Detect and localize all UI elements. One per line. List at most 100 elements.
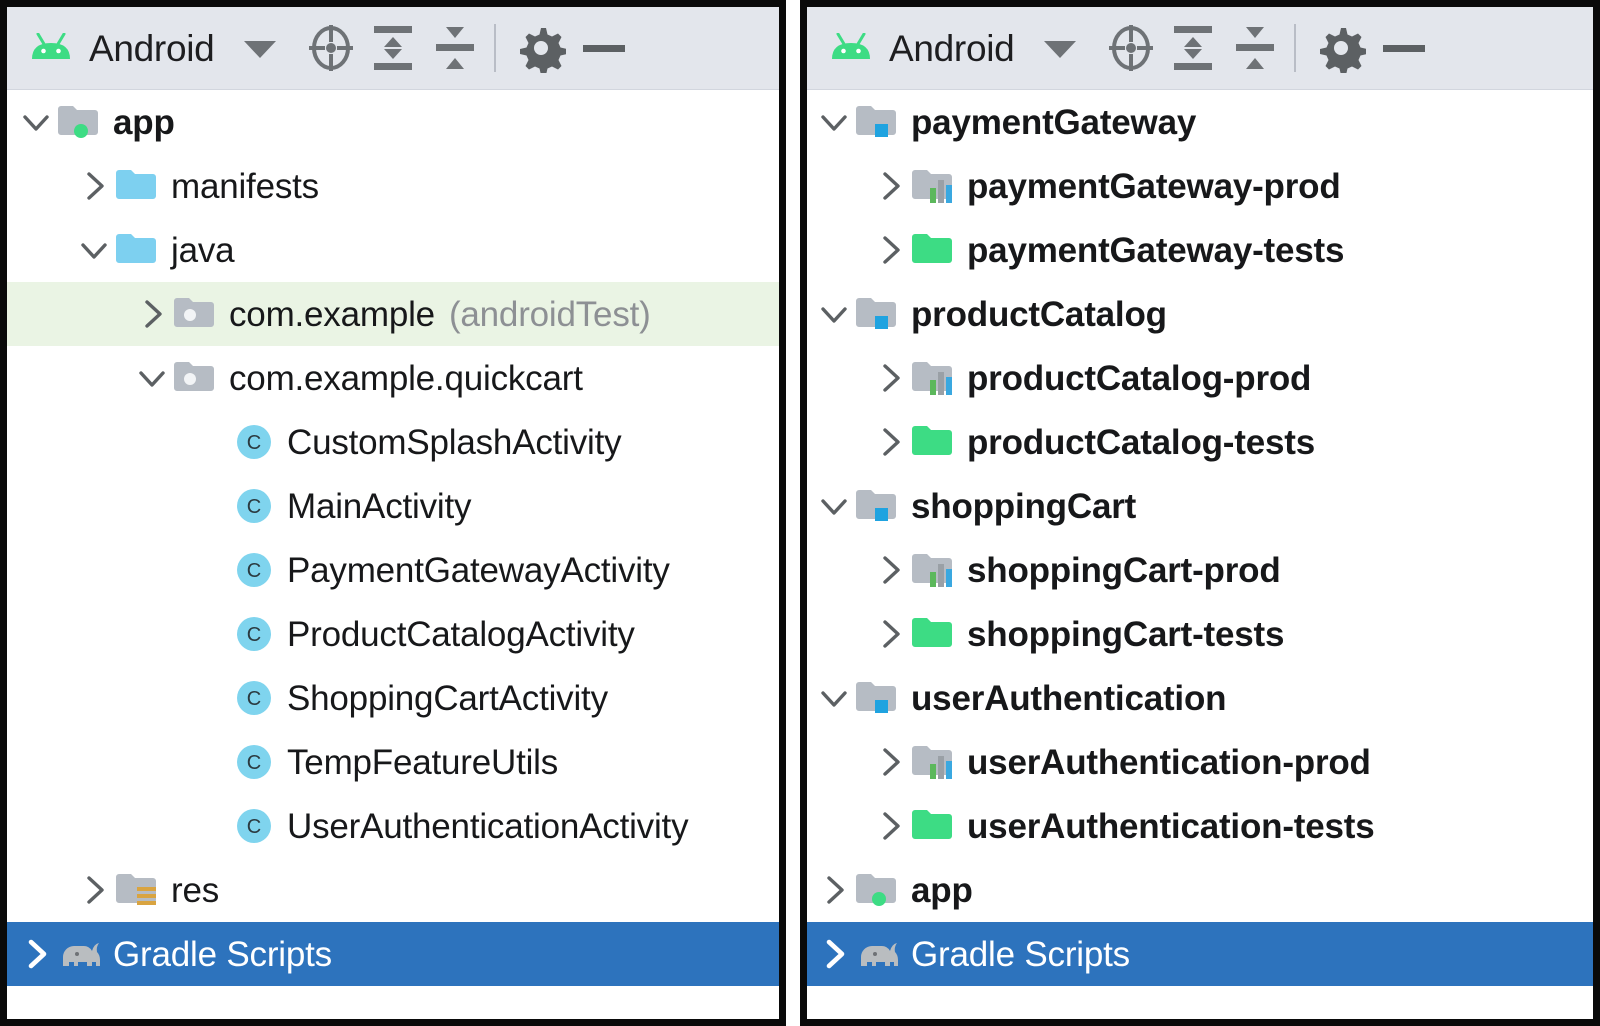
class-icon: C xyxy=(231,806,277,846)
settings-gear-icon[interactable] xyxy=(1310,17,1372,79)
folder-green-icon xyxy=(911,422,957,462)
tree-row-label: shoppingCart-prod xyxy=(967,550,1281,590)
tree-row-label: Gradle Scripts xyxy=(911,934,1130,974)
tree-row[interactable]: userAuthentication-prod xyxy=(807,730,1593,794)
chevron-right-icon[interactable] xyxy=(873,425,907,459)
chevron-right-icon[interactable] xyxy=(873,617,907,651)
chevron-down-icon[interactable] xyxy=(817,489,851,523)
expand-all-icon[interactable] xyxy=(362,17,424,79)
chevron-down-icon[interactable] xyxy=(1044,41,1077,58)
gradle-elephant-icon xyxy=(855,934,901,974)
tree-row-label: shoppingCart xyxy=(911,486,1137,526)
tree-row-label: com.example.quickcart xyxy=(229,358,583,398)
chevron-down-icon[interactable] xyxy=(19,105,53,139)
tree-row[interactable]: java xyxy=(7,218,779,282)
android-project-panel-right: Android paymentGateway paymentGateway-pr… xyxy=(800,0,1600,1026)
tree-row[interactable]: shoppingCart-prod xyxy=(807,538,1593,602)
svg-text:C: C xyxy=(247,496,261,518)
folder-green-icon xyxy=(911,614,957,654)
tree-row[interactable]: shoppingCart xyxy=(807,474,1593,538)
tree-row[interactable]: com.example.quickcart xyxy=(7,346,779,410)
tree-row[interactable]: userAuthentication xyxy=(807,666,1593,730)
tree-row-label: productCatalog-tests xyxy=(967,422,1315,462)
chevron-right-icon[interactable] xyxy=(19,937,53,971)
panel-toolbar-right: Android xyxy=(807,7,1593,90)
tree-row[interactable]: res xyxy=(7,858,779,922)
project-tree-left[interactable]: app manifests java com.example (androidTest)… xyxy=(7,90,779,1019)
tree-row[interactable]: paymentGateway-prod xyxy=(807,154,1593,218)
tree-row[interactable]: shoppingCart-tests xyxy=(807,602,1593,666)
chevron-right-icon[interactable] xyxy=(873,169,907,203)
chart-folder-icon xyxy=(911,742,957,782)
chevron-down-icon[interactable] xyxy=(244,41,277,58)
tree-row-label: paymentGateway-tests xyxy=(967,230,1345,270)
chevron-down-icon[interactable] xyxy=(817,105,851,139)
collapse-all-icon[interactable] xyxy=(424,17,486,79)
chevron-right-icon[interactable] xyxy=(873,361,907,395)
hide-minus-icon[interactable] xyxy=(572,17,634,79)
tree-row[interactable]: Gradle Scripts xyxy=(807,922,1593,986)
tree-row-label: MainActivity xyxy=(287,486,472,526)
tree-row[interactable]: paymentGateway-tests xyxy=(807,218,1593,282)
tree-row[interactable]: app xyxy=(7,90,779,154)
tree-row-label: CustomSplashActivity xyxy=(287,422,622,462)
tree-row-label: manifests xyxy=(171,166,319,206)
tree-row[interactable]: C TempFeatureUtils xyxy=(7,730,779,794)
class-icon: C xyxy=(231,422,277,462)
chevron-right-icon[interactable] xyxy=(873,233,907,267)
collapse-all-icon[interactable] xyxy=(1224,17,1286,79)
project-tree-right[interactable]: paymentGateway paymentGateway-prod payment… xyxy=(807,90,1593,1019)
tree-row[interactable]: paymentGateway xyxy=(807,90,1593,154)
tree-row-label: ShoppingCartActivity xyxy=(287,678,608,718)
tree-row[interactable]: C ProductCatalogActivity xyxy=(7,602,779,666)
tree-row[interactable]: productCatalog-prod xyxy=(807,346,1593,410)
select-opened-file-icon[interactable] xyxy=(1100,17,1162,79)
class-icon: C xyxy=(231,550,277,590)
tree-row-label: paymentGateway xyxy=(911,102,1197,142)
tree-row-label: Gradle Scripts xyxy=(113,934,332,974)
tree-row[interactable]: Gradle Scripts xyxy=(7,922,779,986)
tree-row[interactable]: manifests xyxy=(7,154,779,218)
chevron-right-icon[interactable] xyxy=(873,809,907,843)
tree-row[interactable]: com.example (androidTest) xyxy=(7,282,779,346)
folder-green-icon xyxy=(911,230,957,270)
package-folder-icon xyxy=(173,294,219,334)
hide-minus-icon[interactable] xyxy=(1372,17,1434,79)
tree-row[interactable]: userAuthentication-tests xyxy=(807,794,1593,858)
tree-row[interactable]: productCatalog-tests xyxy=(807,410,1593,474)
tree-row[interactable]: C ShoppingCartActivity xyxy=(7,666,779,730)
chevron-right-icon[interactable] xyxy=(817,937,851,971)
chart-folder-icon xyxy=(911,550,957,590)
tree-row[interactable]: C CustomSplashActivity xyxy=(7,410,779,474)
chevron-right-icon[interactable] xyxy=(77,873,111,907)
tree-row[interactable]: productCatalog xyxy=(807,282,1593,346)
chevron-down-icon[interactable] xyxy=(817,297,851,331)
chevron-right-icon[interactable] xyxy=(817,873,851,907)
tree-row[interactable]: C MainActivity xyxy=(7,474,779,538)
chevron-right-icon[interactable] xyxy=(873,745,907,779)
tree-row-label: app xyxy=(911,870,973,910)
panel-title-right: Android xyxy=(889,27,1015,69)
chevron-right-icon[interactable] xyxy=(135,297,169,331)
tree-row[interactable]: C UserAuthenticationActivity xyxy=(7,794,779,858)
view-selector-left[interactable]: Android xyxy=(29,30,215,67)
folder-blue-icon xyxy=(115,230,161,270)
select-opened-file-icon[interactable] xyxy=(300,17,362,79)
tree-row-label: userAuthentication-prod xyxy=(967,742,1371,782)
chevron-down-icon[interactable] xyxy=(77,233,111,267)
class-icon: C xyxy=(231,742,277,782)
chevron-right-icon[interactable] xyxy=(77,169,111,203)
chevron-down-icon[interactable] xyxy=(135,361,169,395)
tree-row[interactable]: C PaymentGatewayActivity xyxy=(7,538,779,602)
settings-gear-icon[interactable] xyxy=(510,17,572,79)
tree-row-label: userAuthentication xyxy=(911,678,1227,718)
tree-row-label: PaymentGatewayActivity xyxy=(287,550,670,590)
tree-row[interactable]: app xyxy=(807,858,1593,922)
expand-all-icon[interactable] xyxy=(1162,17,1224,79)
tree-row-label: UserAuthenticationActivity xyxy=(287,806,689,846)
view-selector-right[interactable]: Android xyxy=(829,27,1015,69)
chevron-right-icon[interactable] xyxy=(873,553,907,587)
class-icon: C xyxy=(231,486,277,526)
chevron-down-icon[interactable] xyxy=(817,681,851,715)
android-logo-icon xyxy=(829,33,873,63)
